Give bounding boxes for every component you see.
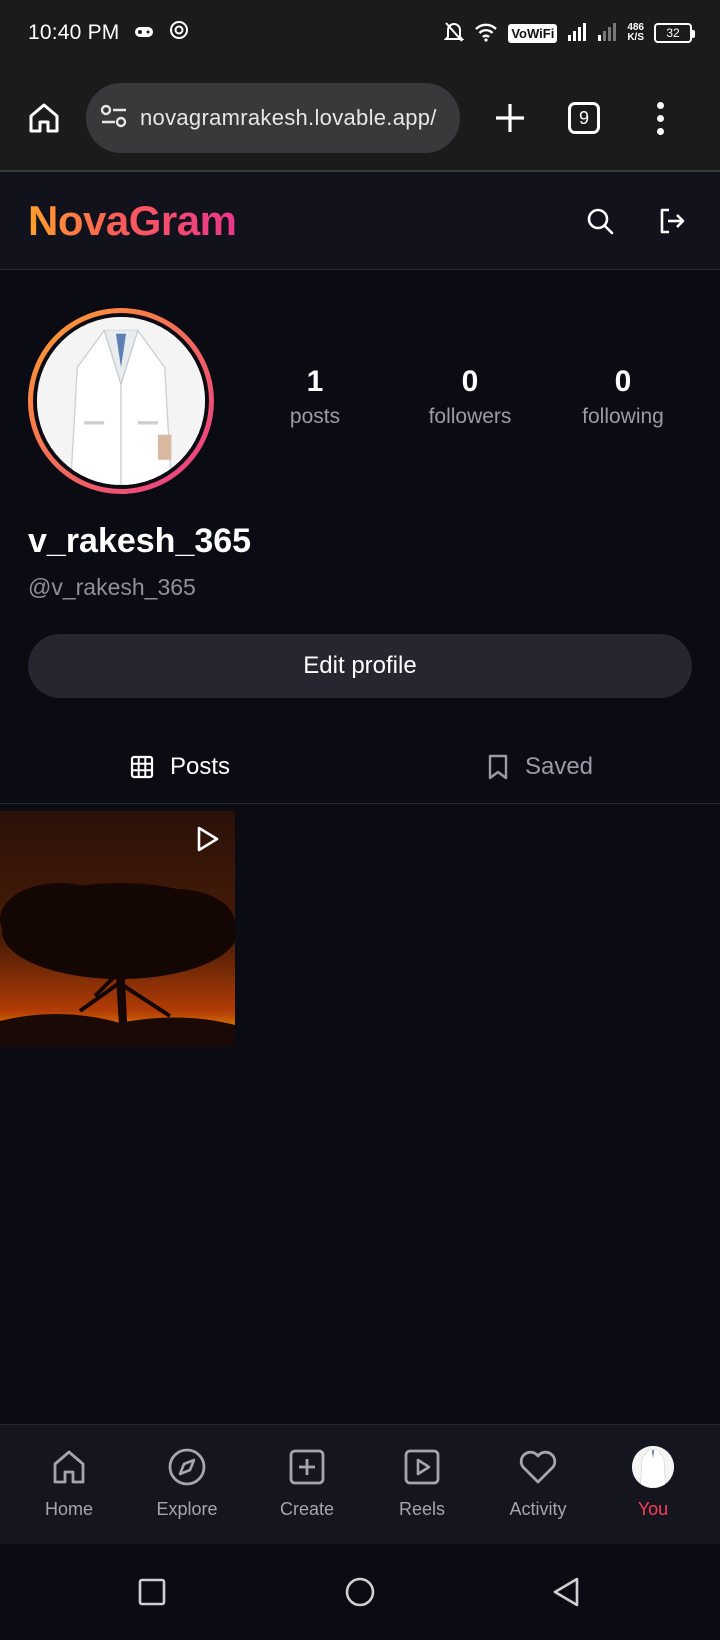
- stat-posts[interactable]: 1 posts: [240, 365, 390, 429]
- browser-toolbar: novagramrakesh.lovable.app/ 9: [0, 66, 720, 172]
- stat-value: 0: [461, 365, 479, 398]
- bookmark-icon: [488, 754, 508, 780]
- nav-label: Reels: [398, 1499, 446, 1519]
- nav-label: Home: [44, 1499, 93, 1519]
- tab-switcher-button[interactable]: 9: [568, 102, 600, 134]
- home-system-button[interactable]: [342, 1574, 378, 1610]
- back-button[interactable]: [548, 1574, 584, 1610]
- grid-icon: [130, 755, 154, 779]
- battery-indicator: 32: [654, 23, 695, 43]
- edit-profile-button[interactable]: Edit profile: [28, 634, 692, 698]
- signal-icon: [567, 22, 587, 44]
- stat-value: 1: [306, 365, 324, 398]
- home-icon: [53, 1450, 85, 1484]
- network-speed: 486 K/S: [627, 23, 644, 43]
- gamepad-icon: [134, 21, 154, 45]
- wifi-icon: [474, 22, 498, 45]
- plus-icon: [496, 104, 524, 132]
- menu-dot: [656, 114, 664, 122]
- status-bar-left: 10:40 PM: [28, 19, 190, 47]
- back-triangle-icon: [553, 1577, 579, 1607]
- brand-logo[interactable]: NovaGram: [28, 197, 237, 245]
- stat-label: followers: [428, 405, 512, 428]
- bell-off-icon: [443, 21, 465, 46]
- url-text[interactable]: novagramrakesh.lovable.app/: [140, 105, 437, 131]
- nav-home[interactable]: Home: [14, 1445, 124, 1520]
- header-actions: [584, 205, 688, 237]
- browser-menu-button[interactable]: [650, 96, 670, 140]
- heart-icon: [519, 1450, 557, 1484]
- menu-dot: [656, 101, 664, 109]
- network-speed-unit: K/S: [627, 32, 644, 43]
- menu-dot: [656, 127, 664, 135]
- app-header: NovaGram: [0, 172, 720, 270]
- stat-followers[interactable]: 0 followers: [395, 365, 545, 429]
- avatar-border: [33, 313, 209, 489]
- address-bar[interactable]: novagramrakesh.lovable.app/: [86, 83, 460, 153]
- profile-stats: 1 posts 0 followers 0 following: [240, 365, 720, 445]
- nav-reels[interactable]: Reels: [367, 1445, 477, 1520]
- nav-label: You: [637, 1499, 669, 1519]
- nav-label: Activity: [509, 1499, 567, 1519]
- avatar-image: [37, 317, 205, 485]
- search-button[interactable]: [584, 205, 616, 237]
- square-icon: [138, 1578, 166, 1606]
- tab-saved[interactable]: Saved: [360, 730, 720, 804]
- clock: 10:40 PM: [28, 21, 120, 44]
- recents-button[interactable]: [134, 1574, 170, 1610]
- browser-home-button[interactable]: [22, 96, 66, 140]
- tab-posts[interactable]: Posts: [0, 730, 360, 804]
- tab-label: Posts: [169, 753, 231, 780]
- tab-label: Saved: [524, 753, 594, 780]
- stat-label: following: [582, 405, 664, 428]
- nav-activity[interactable]: Activity: [483, 1445, 593, 1520]
- compass-icon: [168, 1448, 206, 1486]
- new-tab-button[interactable]: [488, 96, 532, 140]
- logout-icon: [660, 208, 685, 233]
- status-bar: 10:40 PM VoWiFi 486 K/S 32: [0, 0, 720, 66]
- nav-label: Explore: [156, 1499, 218, 1519]
- status-bar-right: VoWiFi 486 K/S 32: [443, 21, 695, 46]
- site-settings-icon[interactable]: [100, 104, 128, 133]
- stat-value: 0: [614, 365, 632, 398]
- home-icon: [29, 103, 59, 133]
- search-icon: [587, 208, 614, 234]
- nav-create[interactable]: Create: [252, 1445, 362, 1520]
- logout-button[interactable]: [656, 205, 688, 237]
- circle-icon: [345, 1577, 375, 1607]
- tab-count: 9: [578, 107, 589, 128]
- avatar: [632, 1446, 674, 1488]
- vowifi-badge: VoWiFi: [508, 23, 558, 43]
- nav-explore[interactable]: Explore: [132, 1445, 242, 1520]
- profile-display-name: v_rakesh_365: [28, 522, 252, 560]
- profile-handle: @v_rakesh_365: [28, 574, 196, 600]
- reels-icon: [404, 1449, 440, 1485]
- video-play-icon: [197, 826, 219, 852]
- profile-avatar[interactable]: [28, 308, 214, 494]
- nav-you[interactable]: You: [598, 1445, 708, 1520]
- profile-tabs: Posts Saved: [0, 730, 720, 804]
- system-nav-bar: [0, 1544, 720, 1640]
- bottom-nav: Home Explore Create Reels Activity You: [0, 1424, 720, 1544]
- signal-weak-icon: [597, 22, 617, 44]
- post-thumbnail[interactable]: [0, 811, 235, 1046]
- chatgpt-icon: [168, 19, 190, 47]
- plus-square-icon: [289, 1449, 325, 1485]
- stat-following[interactable]: 0 following: [548, 365, 698, 429]
- nav-label: Create: [279, 1499, 335, 1519]
- battery-level: 32: [666, 26, 680, 40]
- stat-label: posts: [289, 405, 341, 428]
